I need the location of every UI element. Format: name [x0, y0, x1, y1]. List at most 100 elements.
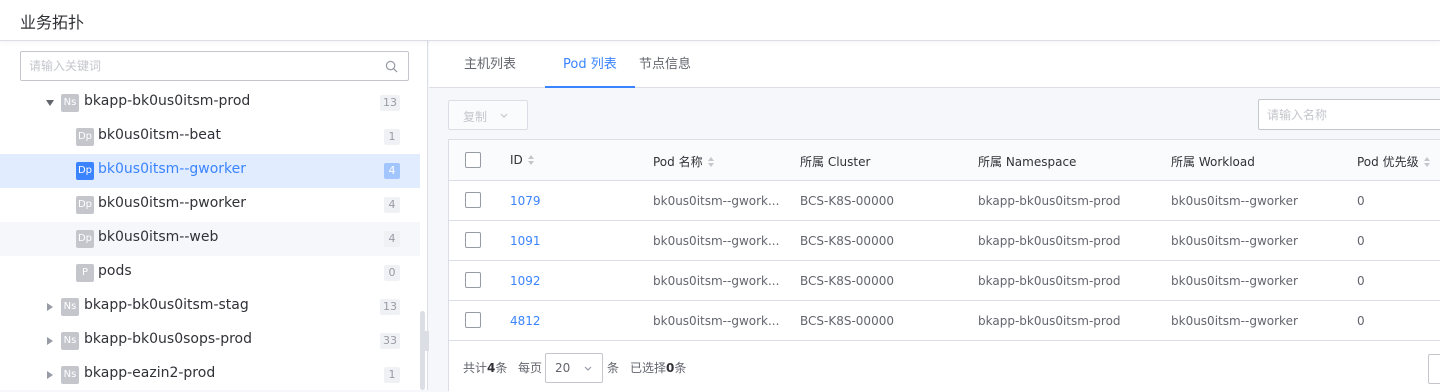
tree-node-deployment[interactable]: Dp bk0us0itsm--web 4	[0, 222, 420, 256]
tree-node-label: bk0us0itsm--pworker	[98, 195, 247, 211]
tree-node-label: bkapp-eazin2-prod	[84, 365, 216, 381]
page-size-suffix: 条	[607, 361, 620, 375]
pod-name-cell: bk0us0itsm--gwork...	[653, 274, 780, 288]
tree-node-namespace[interactable]: Ns bkapp-eazin2-prod 1	[0, 358, 420, 390]
priority-cell: 0	[1357, 314, 1365, 328]
tree-node-namespace[interactable]: Ns bkapp-bk0us0sops-prod 33	[0, 324, 420, 358]
priority-cell: 0	[1357, 194, 1365, 208]
tree-node-count: 0	[384, 265, 400, 281]
tab-node-info[interactable]: 节点信息	[621, 41, 709, 88]
row-checkbox[interactable]	[465, 192, 481, 208]
tree-node-count: 4	[384, 163, 400, 179]
column-header-priority[interactable]: Pod 优先级	[1357, 153, 1431, 170]
tree-node-label: bkapp-bk0us0itsm-prod	[84, 93, 251, 109]
tree-node-deployment[interactable]: Dp bk0us0itsm--pworker 4	[0, 188, 420, 222]
tree-node-label: bk0us0itsm--web	[98, 229, 219, 245]
priority-cell: 0	[1357, 234, 1365, 248]
column-label: Pod 优先级	[1357, 155, 1419, 169]
keyword-search-box[interactable]	[20, 51, 409, 81]
pod-id-link[interactable]: 1079	[510, 194, 541, 208]
workload-cell: bk0us0itsm--gworker	[1171, 194, 1298, 208]
sort-icon[interactable]	[707, 156, 715, 168]
name-search-box[interactable]	[1258, 99, 1440, 130]
page-size-value: 20	[555, 361, 571, 375]
table-row: 4812 bk0us0itsm--gwork... BCS-K8S-00000 …	[449, 301, 1440, 341]
selected-count-text: 已选择0条	[630, 361, 687, 375]
tree-node-label: bk0us0itsm--beat	[98, 127, 221, 143]
per-page-label: 每页	[518, 361, 543, 375]
pod-name-cell: bk0us0itsm--gwork...	[653, 314, 780, 328]
cluster-cell: BCS-K8S-00000	[800, 234, 894, 248]
cluster-cell: BCS-K8S-00000	[800, 274, 894, 288]
column-header-pod-name[interactable]: Pod 名称	[653, 153, 715, 170]
page-size-select[interactable]: 20	[545, 353, 603, 383]
table-row: 1091 bk0us0itsm--gwork... BCS-K8S-00000 …	[449, 221, 1440, 261]
tab-host-list[interactable]: 主机列表	[446, 41, 534, 88]
tree-node-count: 4	[384, 197, 400, 213]
row-checkbox[interactable]	[465, 272, 481, 288]
pagination-bar: 共计4条 每页 20 条 已选择0条	[449, 342, 1440, 392]
cluster-cell: BCS-K8S-00000	[800, 194, 894, 208]
tree-node-deployment[interactable]: Dp bk0us0itsm--beat 1	[0, 120, 420, 154]
pod-id-link[interactable]: 1091	[510, 234, 541, 248]
tab-bar: 主机列表 Pod 列表 节点信息	[429, 41, 1440, 88]
sort-icon[interactable]	[1423, 156, 1431, 168]
row-checkbox[interactable]	[465, 312, 481, 328]
namespace-tag-icon: Ns	[61, 94, 79, 112]
main-content: 主机列表 Pod 列表 节点信息 复制 ID Pod 名称 所属 Cluster…	[429, 41, 1440, 392]
select-all-checkbox[interactable]	[465, 152, 481, 168]
column-label: Pod 名称	[653, 155, 703, 169]
search-icon[interactable]	[385, 60, 398, 73]
deployment-tag-icon: Dp	[76, 230, 94, 248]
caret-down-icon[interactable]	[45, 98, 55, 108]
caret-right-icon[interactable]	[45, 370, 55, 380]
column-header-cluster: 所属 Cluster	[800, 155, 871, 169]
workload-cell: bk0us0itsm--gworker	[1171, 314, 1298, 328]
workload-cell: bk0us0itsm--gworker	[1171, 274, 1298, 288]
tree-node-count: 33	[380, 333, 400, 349]
tree-node-pods[interactable]: P pods 0	[0, 256, 420, 290]
column-header-workload: 所属 Workload	[1171, 155, 1255, 169]
deployment-tag-icon: Dp	[76, 162, 94, 180]
top-header: 业务拓扑	[0, 0, 1440, 41]
pagination-control[interactable]	[1428, 354, 1440, 384]
copy-dropdown-button[interactable]: 复制	[448, 100, 528, 130]
tree-node-count: 1	[384, 367, 400, 383]
tree-node-label: pods	[98, 263, 132, 279]
pod-id-link[interactable]: 1092	[510, 274, 541, 288]
column-header-namespace: 所属 Namespace	[978, 155, 1077, 169]
tree-node-namespace[interactable]: Ns bkapp-bk0us0itsm-prod 13	[0, 86, 420, 120]
sort-icon[interactable]	[527, 154, 535, 166]
column-header-id[interactable]: ID	[510, 153, 535, 167]
table-row: 1079 bk0us0itsm--gwork... BCS-K8S-00000 …	[449, 181, 1440, 221]
tree-node-label: bkapp-bk0us0sops-prod	[84, 331, 253, 347]
deployment-tag-icon: Dp	[76, 128, 94, 146]
namespace-tag-icon: Ns	[61, 298, 79, 316]
name-search-input[interactable]	[1267, 106, 1437, 124]
tree-node-label: bk0us0itsm--gworker	[98, 161, 247, 177]
pod-tag-icon: P	[76, 264, 94, 282]
cluster-cell: BCS-K8S-00000	[800, 314, 894, 328]
pod-name-cell: bk0us0itsm--gwork...	[653, 234, 780, 248]
pod-table: ID Pod 名称 所属 Cluster 所属 Namespace 所属 Wor…	[448, 139, 1440, 392]
tree-node-count: 13	[380, 299, 400, 315]
namespace-cell: bkapp-bk0us0itsm-prod	[978, 314, 1121, 328]
tree-node-deployment-selected[interactable]: Dp bk0us0itsm--gworker 4	[0, 154, 420, 188]
page-title: 业务拓扑	[20, 13, 85, 32]
chevron-down-icon	[500, 113, 508, 118]
chevron-down-icon	[584, 366, 592, 371]
caret-right-icon[interactable]	[45, 302, 55, 312]
table-row: 1092 bk0us0itsm--gwork... BCS-K8S-00000 …	[449, 261, 1440, 301]
tree-node-count: 4	[384, 231, 400, 247]
tree-node-count: 1	[384, 129, 400, 145]
topology-sidebar: Ns bkapp-bk0us0itsm-prod 13 Dp bk0us0its…	[0, 41, 428, 390]
row-checkbox[interactable]	[465, 232, 481, 248]
namespace-cell: bkapp-bk0us0itsm-prod	[978, 234, 1121, 248]
caret-right-icon[interactable]	[45, 336, 55, 346]
pod-id-link[interactable]: 4812	[510, 314, 541, 328]
priority-cell: 0	[1357, 274, 1365, 288]
namespace-cell: bkapp-bk0us0itsm-prod	[978, 274, 1121, 288]
keyword-search-input[interactable]	[29, 57, 369, 75]
table-header: ID Pod 名称 所属 Cluster 所属 Namespace 所属 Wor…	[449, 140, 1440, 181]
tree-node-namespace[interactable]: Ns bkapp-bk0us0itsm-stag 13	[0, 290, 420, 324]
